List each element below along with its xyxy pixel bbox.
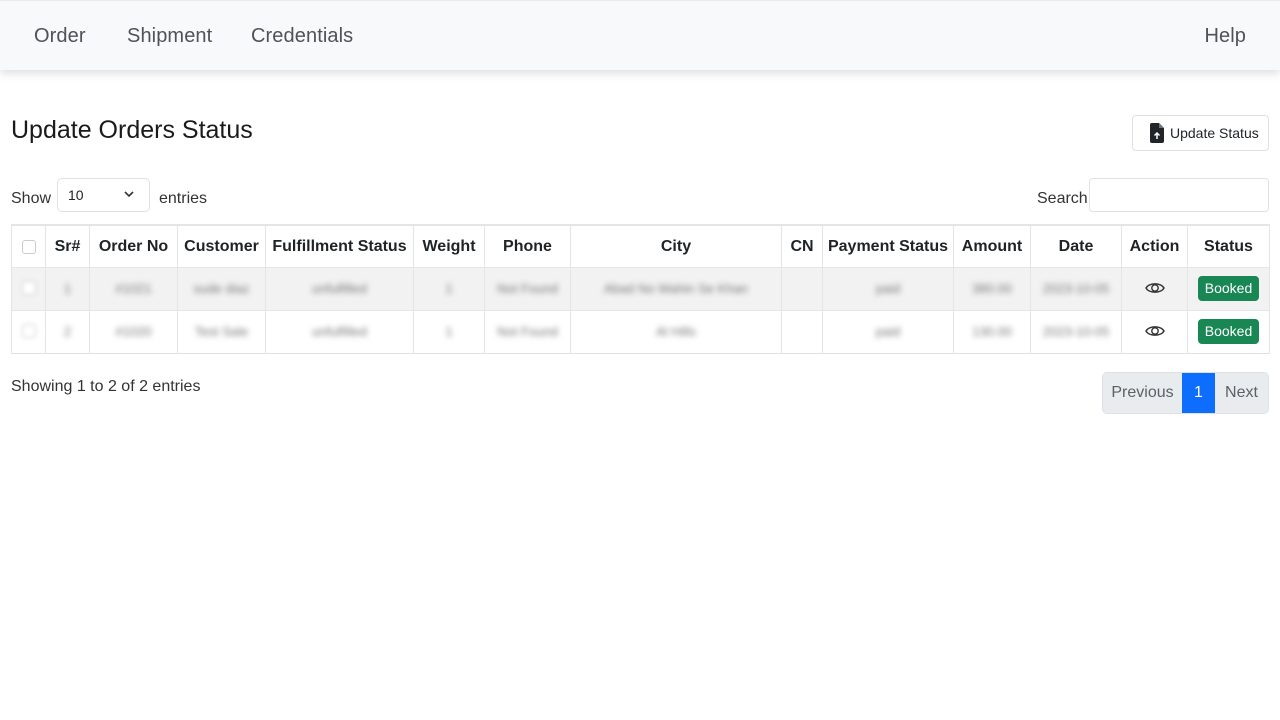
table-row: 2 #1020 Test Sale unfulfilled 1 Not Foun… <box>11 309 1270 353</box>
orders-table: Sr# Order No Customer Fulfillment Status… <box>11 224 1270 354</box>
eye-icon[interactable] <box>1144 280 1165 296</box>
column-header-sr[interactable]: Sr# <box>45 225 90 267</box>
column-header-order-no[interactable]: Order No <box>89 225 178 267</box>
table-row: 1 #1021 sude diaz unfulfilled 1 Not Foun… <box>11 266 1270 310</box>
cell-fulfillment-status: unfulfilled <box>312 323 367 339</box>
cell-action <box>1121 309 1188 353</box>
column-header-weight[interactable]: Weight <box>413 225 485 267</box>
pagination-next[interactable]: Next <box>1215 373 1268 413</box>
row-checkbox[interactable] <box>21 324 36 339</box>
column-header-status[interactable]: Status <box>1187 225 1270 267</box>
row-select-cell <box>11 309 46 353</box>
cell-customer: Test Sale <box>194 323 249 339</box>
cell-customer: sude diaz <box>193 280 250 296</box>
status-badge[interactable]: Booked <box>1197 276 1260 301</box>
row-checkbox[interactable] <box>21 281 36 296</box>
select-all-header <box>11 225 46 267</box>
cell-status: Booked <box>1187 266 1270 310</box>
cell-order-no: #1021 <box>115 280 152 296</box>
file-upload-icon <box>1150 123 1164 143</box>
column-header-phone[interactable]: Phone <box>484 225 571 267</box>
cell-city: Abad No Wahin Se Khan <box>603 280 749 296</box>
entries-per-page-select[interactable]: 10 <box>57 178 150 212</box>
page-title: Update Orders Status <box>11 116 253 144</box>
table-info: Showing 1 to 2 of 2 entries <box>11 378 201 395</box>
update-status-button[interactable]: Update Status <box>1132 115 1269 151</box>
top-navbar: Order Shipment Credentials Help <box>0 0 1280 70</box>
chevron-down-icon <box>124 191 134 198</box>
cell-city: Al Hills <box>656 323 696 339</box>
column-header-fulfillment-status[interactable]: Fulfillment Status <box>265 225 414 267</box>
cell-weight: 1 <box>445 280 453 296</box>
column-header-date[interactable]: Date <box>1030 225 1122 267</box>
cell-phone: Not Found <box>497 323 558 339</box>
cell-action <box>1121 266 1188 310</box>
column-header-city[interactable]: City <box>570 225 782 267</box>
table-header-row: Sr# Order No Customer Fulfillment Status… <box>11 225 1270 267</box>
cell-date: 2023-10-05 <box>1042 280 1110 296</box>
nav-credentials[interactable]: Credentials <box>251 25 353 48</box>
search-label: Search: <box>1037 190 1093 207</box>
update-status-label: Update Status <box>1170 125 1259 141</box>
search-input[interactable] <box>1089 178 1269 212</box>
eye-icon[interactable] <box>1144 323 1165 339</box>
nav-help[interactable]: Help <box>1204 25 1246 48</box>
column-header-cn[interactable]: CN <box>781 225 823 267</box>
pagination: Previous 1 Next <box>1102 372 1269 414</box>
entries-select-value: 10 <box>68 187 84 203</box>
cell-date: 2023-10-05 <box>1042 323 1110 339</box>
cell-sr: 2 <box>63 323 72 339</box>
cell-phone: Not Found <box>497 280 558 296</box>
row-select-cell <box>11 266 46 310</box>
cell-sr: 1 <box>63 280 72 296</box>
column-header-payment-status[interactable]: Payment Status <box>822 225 954 267</box>
cell-fulfillment-status: unfulfilled <box>312 280 367 296</box>
column-header-customer[interactable]: Customer <box>177 225 266 267</box>
column-header-amount[interactable]: Amount <box>953 225 1031 267</box>
cell-payment-status: paid <box>875 280 901 296</box>
cell-amount: 130.00 <box>972 323 1012 339</box>
cell-weight: 1 <box>445 323 453 339</box>
select-all-checkbox[interactable] <box>21 240 36 255</box>
pagination-page-1[interactable]: 1 <box>1182 373 1215 413</box>
status-badge[interactable]: Booked <box>1197 319 1260 344</box>
pagination-previous[interactable]: Previous <box>1103 373 1182 413</box>
cell-payment-status: paid <box>875 323 901 339</box>
cell-amount: 380.00 <box>972 280 1012 296</box>
cell-status: Booked <box>1187 309 1270 353</box>
nav-order[interactable]: Order <box>34 25 86 48</box>
nav-shipment[interactable]: Shipment <box>127 25 212 48</box>
column-header-action: Action <box>1121 225 1188 267</box>
entries-label: entries <box>159 190 208 207</box>
show-label: Show <box>11 190 52 207</box>
cell-order-no: #1020 <box>115 323 152 339</box>
